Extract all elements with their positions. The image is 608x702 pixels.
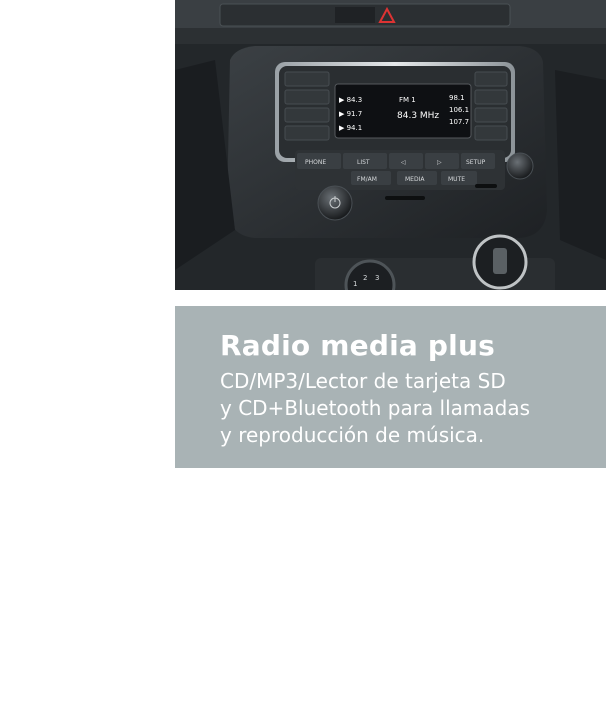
display-preset-right-1: 98.1 <box>449 94 465 102</box>
product-title: Radio media plus <box>220 329 495 362</box>
prev-button[interactable]: ◁ <box>401 159 406 166</box>
feature-line-2: y CD+Bluetooth para llamadas <box>220 396 531 420</box>
power-knob[interactable] <box>317 185 353 221</box>
dial-number-1: 1 <box>353 280 357 288</box>
display-frequency: 84.3 MHz <box>397 111 439 121</box>
next-button[interactable]: ▷ <box>437 159 442 166</box>
setup-button[interactable]: SETUP <box>466 159 486 166</box>
mute-button[interactable]: MUTE <box>448 176 465 183</box>
fm-am-button[interactable]: FM/AM <box>357 176 377 183</box>
display-band: FM 1 <box>399 96 416 104</box>
feature-line-1: CD/MP3/Lector de tarjeta SD <box>220 369 506 393</box>
radio-photo: ▶ 84.3 ▶ 91.7 ▶ 94.1 FM 1 98.1 106.1 107… <box>175 0 606 290</box>
display-preset-right-2: 106.1 <box>449 106 469 114</box>
media-button[interactable]: MEDIA <box>405 176 425 183</box>
display-preset-2: ▶ 91.7 <box>339 110 362 118</box>
phone-button[interactable]: PHONE <box>305 159 326 166</box>
display-preset-3: ▶ 94.1 <box>339 124 362 132</box>
tune-knob[interactable] <box>506 152 534 180</box>
display-preset-1: ▶ 84.3 <box>339 96 362 104</box>
list-button[interactable]: LIST <box>357 159 370 166</box>
info-panel: Radio media plus CD/MP3/Lector de tarjet… <box>175 306 606 468</box>
dial-number-2: 2 <box>363 274 367 282</box>
display-preset-right-3: 107.7 <box>449 118 469 126</box>
dial-number-3: 3 <box>375 274 379 282</box>
feature-line-3: y reproducción de música. <box>220 423 485 447</box>
